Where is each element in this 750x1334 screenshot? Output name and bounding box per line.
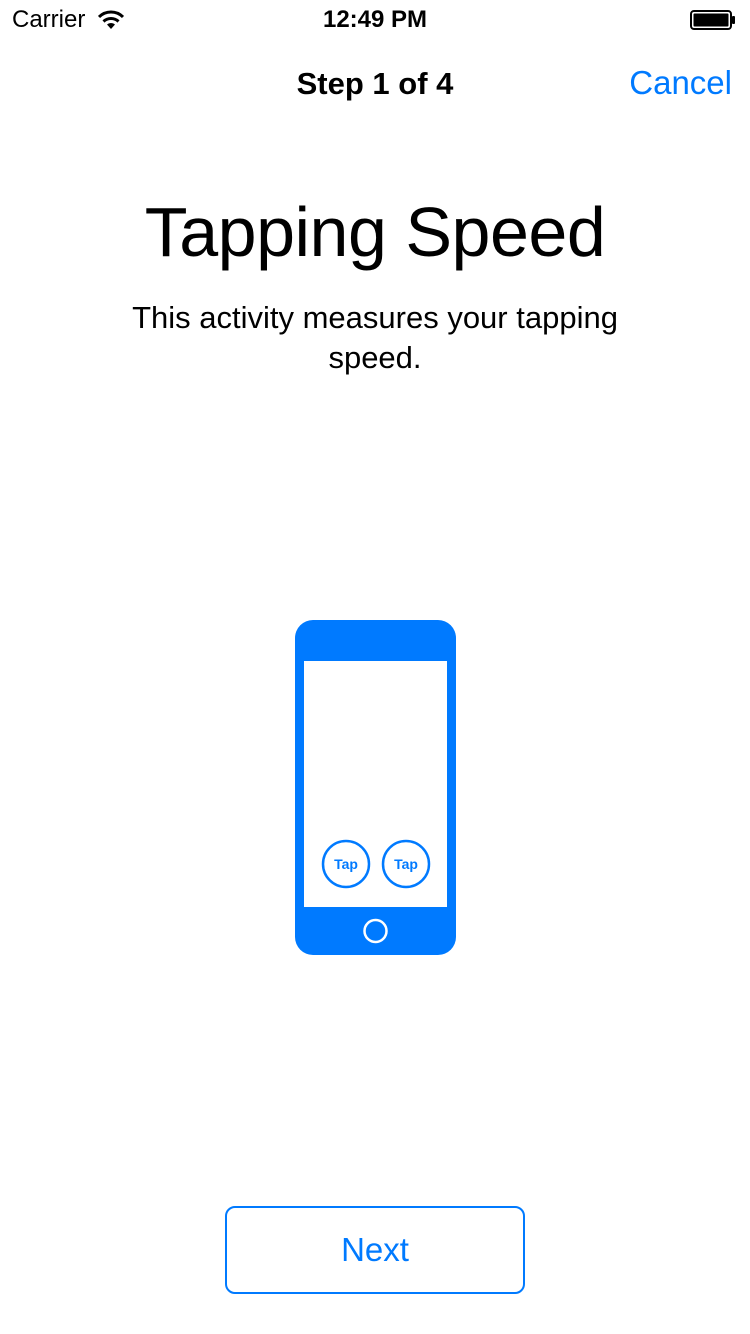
status-time: 12:49 PM: [322, 6, 428, 33]
next-button[interactable]: Next: [225, 1206, 525, 1294]
phone-tapping-illustration: Tap Tap: [295, 620, 456, 955]
cancel-button[interactable]: Cancel: [629, 64, 732, 102]
page-title: Tapping Speed: [144, 193, 606, 271]
tap-left-label: Tap: [334, 856, 358, 872]
status-bar: Carrier 12:49 PM: [0, 0, 750, 40]
tap-right-label: Tap: [394, 856, 418, 872]
page-description: This activity measures your tapping spee…: [132, 300, 618, 375]
battery-icon: [690, 10, 735, 30]
